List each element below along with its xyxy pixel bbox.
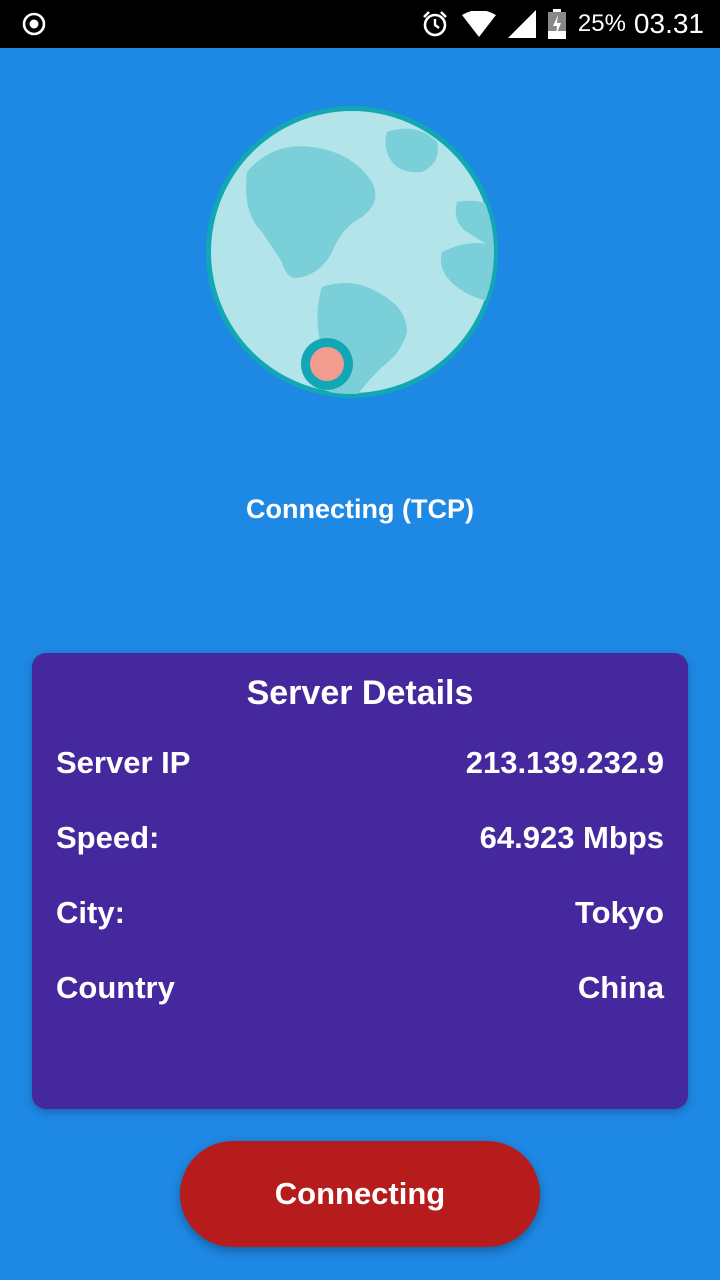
wifi-icon: [461, 11, 496, 37]
city-row: City: Tokyo: [56, 895, 664, 935]
connect-button[interactable]: Connecting: [180, 1141, 540, 1247]
server-ip-label: Server IP: [56, 745, 191, 780]
battery-percent: 25%: [577, 10, 626, 37]
connection-status-text: Connecting (TCP): [246, 494, 474, 524]
country-label: Country: [56, 970, 175, 1005]
server-ip-row: Server IP 213.139.232.9: [56, 745, 664, 785]
status-bar-right: 25% 03.31: [408, 0, 704, 48]
globe-icon: [202, 102, 502, 402]
speed-label: Speed:: [56, 820, 160, 855]
alarm-icon: [422, 11, 447, 37]
clock: 03.31: [633, 8, 704, 39]
server-details-title: Server Details: [246, 674, 474, 712]
signal-icon: [507, 10, 536, 38]
country-row: Country China: [56, 970, 664, 1010]
city-value: Tokyo: [575, 895, 664, 930]
server-ip-value: 213.139.232.9: [465, 745, 664, 780]
speed-value: 64.923 Mbps: [479, 820, 664, 855]
country-value: China: [577, 970, 664, 1005]
server-details-card: [32, 653, 688, 1109]
battery-charging-icon: [547, 9, 566, 39]
status-bar: 25% 03.31: [0, 0, 720, 48]
record-icon: [22, 12, 46, 36]
speed-row: Speed: 64.923 Mbps: [56, 820, 664, 860]
city-label: City:: [56, 895, 125, 930]
